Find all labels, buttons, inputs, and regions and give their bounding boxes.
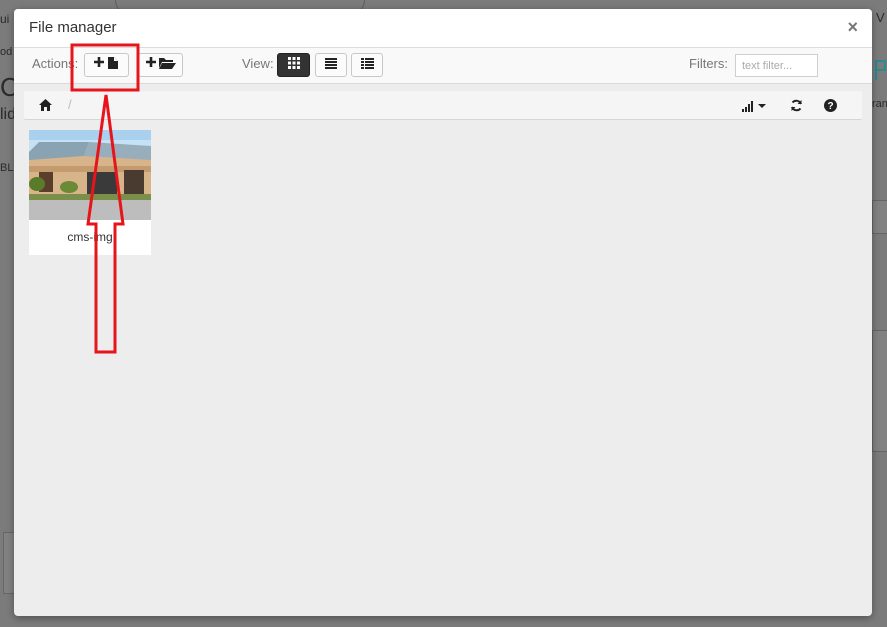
background-flag-icon — [874, 58, 887, 88]
background-text-fragment: BL — [0, 162, 14, 174]
list-icon — [325, 56, 337, 74]
file-manager-modal: File manager × Actions: View: Filters: t… — [14, 9, 872, 616]
details-list-icon — [360, 56, 374, 74]
file-item[interactable]: cms-img — [29, 130, 151, 255]
view-label: View: — [242, 56, 274, 71]
signal-bars-icon — [742, 99, 768, 116]
add-file-button[interactable] — [84, 53, 129, 77]
background-text-fragment: V — [876, 10, 885, 25]
file-name: cms-img — [67, 230, 113, 244]
grid-icon — [287, 56, 300, 74]
home-icon[interactable] — [39, 98, 52, 116]
breadcrumb: / ? — [24, 91, 862, 120]
text-filter-input[interactable] — [735, 54, 818, 77]
background-text-fragment: ui — [0, 12, 10, 26]
actions-label: Actions: — [32, 56, 79, 71]
modal-title: File manager — [29, 19, 117, 36]
background-box — [872, 330, 887, 452]
sort-dropdown-button[interactable] — [742, 99, 768, 117]
file-thumbnail — [29, 130, 151, 220]
help-icon[interactable]: ? — [824, 99, 837, 117]
filters-label: Filters: — [689, 56, 728, 71]
view-list-button[interactable] — [315, 53, 347, 77]
background-text-fragment: ran — [872, 98, 887, 110]
toolbar: Actions: View: Filters: text filter... — [14, 48, 872, 84]
background-box — [872, 200, 887, 234]
add-folder-button[interactable] — [138, 53, 183, 77]
modal-header: File manager × — [14, 9, 872, 48]
background-text-fragment: od — [0, 46, 13, 58]
refresh-icon[interactable] — [790, 99, 803, 117]
close-button[interactable]: × — [847, 18, 858, 36]
breadcrumb-separator: / — [68, 97, 72, 112]
view-grid-button[interactable] — [277, 53, 310, 77]
add-folder-icon — [145, 56, 176, 75]
add-file-icon — [93, 56, 120, 75]
svg-text:?: ? — [827, 101, 833, 112]
view-details-button[interactable] — [351, 53, 383, 77]
